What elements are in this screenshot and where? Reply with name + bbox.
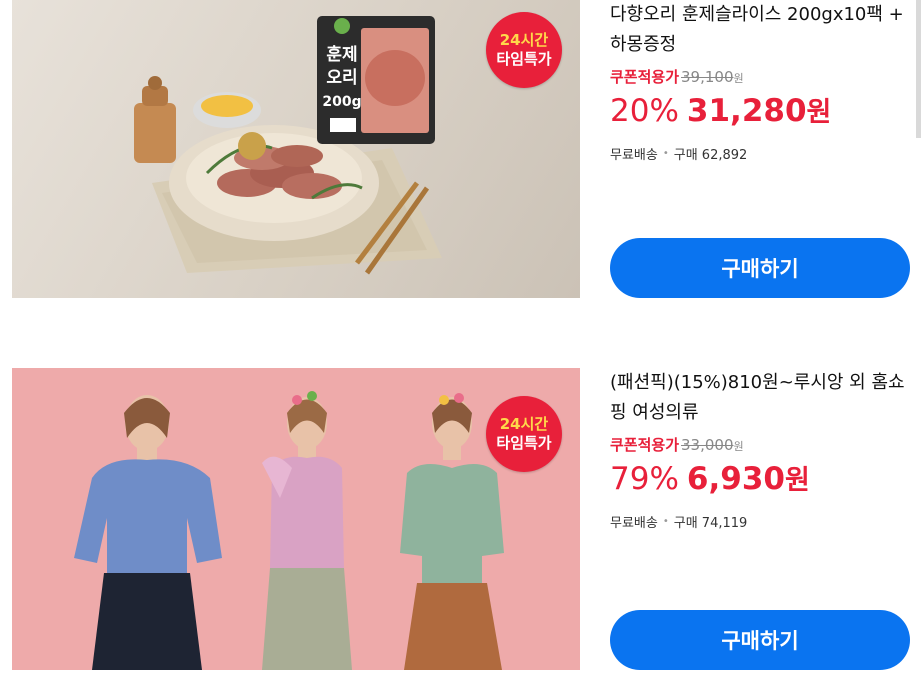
product-info: (패션픽)(15%)810원~루시앙 외 홈쇼핑 여성의류 쿠폰적용가 33,0… [610,368,921,531]
original-price: 39,100 [681,68,734,86]
badge-line-2: 타임특가 [496,50,552,68]
badge-line-1: 24시간 [499,31,549,49]
product-card[interactable]: 훈제 오리 200g 24시간 타임특가 다향오리 훈제슬라이스 200gx10… [0,0,921,298]
shipping-info: 무료배송 [610,148,658,163]
coupon-price-row: 쿠폰적용가 39,100 원 [610,66,921,90]
separator-dot: • [662,148,669,159]
next-card-edge [916,0,921,138]
coupon-label: 쿠폰적용가 [610,68,680,86]
sale-price-row: 79% 6,930 원 [610,458,921,502]
badge-line-2: 타임특가 [496,434,552,452]
sale-price-row: 20% 31,280 원 [610,90,921,134]
time-deal-badge: 24시간 타임특가 [486,396,562,472]
package-text-1: 훈제 [326,44,357,65]
coupon-price-row: 쿠폰적용가 33,000 원 [610,434,921,458]
discount-rate: 79% [610,461,679,497]
product-meta: 무료배송 • 구매 62,892 [610,144,921,163]
product-info: 다향오리 훈제슬라이스 200gx10팩 + 하몽증정 쿠폰적용가 39,100… [610,0,921,163]
original-price-unit: 원 [733,72,744,85]
package-text-2: 오리 [326,68,357,88]
original-price: 33,000 [681,436,734,454]
product-card[interactable]: 24시간 타임특가 (패션픽)(15%)810원~루시앙 외 홈쇼핑 여성의류 … [0,368,921,670]
badge-line-1: 24시간 [499,415,549,433]
buy-button[interactable]: 구매하기 [610,238,910,298]
sale-price-unit: 원 [784,465,810,496]
separator-dot: • [662,516,669,527]
sale-price-unit: 원 [806,97,832,128]
original-price-unit: 원 [733,440,744,453]
product-title[interactable]: 다향오리 훈제슬라이스 200gx10팩 + 하몽증정 [610,0,921,60]
discount-rate: 20% [610,93,679,129]
time-deal-badge: 24시간 타임특가 [486,12,562,88]
shipping-info: 무료배송 [610,516,658,531]
coupon-label: 쿠폰적용가 [610,436,680,454]
product-image[interactable]: 훈제 오리 200g 24시간 타임특가 [12,0,580,298]
sale-price: 31,280 [686,93,807,129]
product-meta: 무료배송 • 구매 74,119 [610,512,921,531]
purchase-count: 구매 62,892 [673,148,748,163]
buy-button[interactable]: 구매하기 [610,610,910,670]
sale-price: 6,930 [686,461,785,497]
product-image[interactable]: 24시간 타임특가 [12,368,580,670]
purchase-count: 구매 74,119 [673,516,748,531]
product-title[interactable]: (패션픽)(15%)810원~루시앙 외 홈쇼핑 여성의류 [610,368,921,428]
package-text-3: 200g [322,94,361,110]
